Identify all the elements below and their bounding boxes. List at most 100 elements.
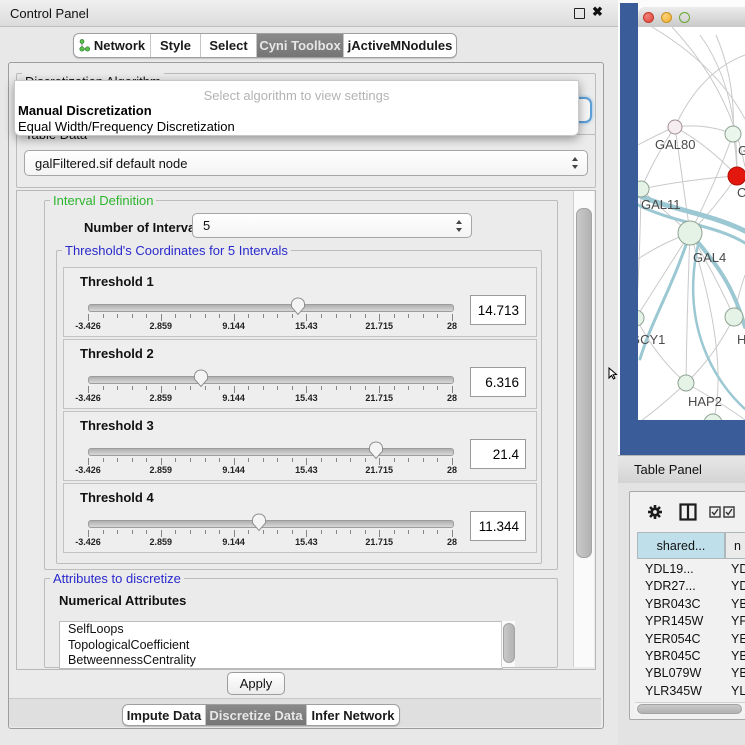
network-node-gal11[interactable] (638, 181, 649, 197)
network-edge[interactable] (675, 55, 745, 127)
attribute-item[interactable]: BetweennessCentrality (60, 653, 502, 669)
slider-tick-label: -3.426 (75, 537, 101, 547)
zoom-traffic-light-icon[interactable] (679, 12, 690, 23)
threshold-label: Threshold 1 (80, 274, 154, 289)
slider-tick (437, 314, 438, 318)
apply-button[interactable]: Apply (227, 672, 285, 695)
float-window-icon[interactable] (574, 8, 585, 19)
slider-tick-label: 21.715 (365, 537, 393, 547)
slider-tick (88, 458, 89, 465)
tab-discretize-data[interactable]: Discretize Data (206, 705, 307, 725)
table-cell-shared-name[interactable]: YBR043C (645, 597, 701, 611)
network-node-h[interactable] (725, 308, 743, 326)
slider-thumb[interactable] (368, 441, 384, 460)
close-traffic-light-icon[interactable] (643, 12, 654, 23)
slider-tick (190, 386, 191, 390)
threshold-panel-4: Threshold 4-3.4262.8599.14415.4321.71528… (63, 483, 537, 553)
numerical-attributes-list[interactable]: SelfLoopsTopologicalCoefficientBetweenne… (59, 621, 503, 669)
slider-tick-label: 2.859 (150, 393, 173, 403)
table-cell-shared-name[interactable]: YBL079W (645, 666, 701, 680)
network-edge[interactable] (652, 27, 745, 119)
tab-network[interactable]: Network (74, 34, 151, 57)
number-of-intervals-combo[interactable]: 5 (192, 213, 472, 238)
table-cell-name[interactable]: YPR1 (731, 614, 745, 628)
threshold-panel-2: Threshold 2-3.4262.8599.14415.4321.71528… (63, 339, 537, 409)
network-node-gal80[interactable] (668, 120, 682, 134)
attribute-item[interactable]: TopologicalCoefficient (60, 638, 502, 654)
slider-track[interactable] (88, 520, 454, 528)
table-cell-shared-name[interactable]: YLR345W (645, 684, 702, 698)
scrollbar-thumb[interactable] (503, 623, 515, 663)
network-node-label: GCY1 (638, 332, 665, 347)
attribute-item[interactable]: SelfLoops (60, 622, 502, 638)
slider-tick (117, 458, 118, 462)
tab-jactivemnodules[interactable]: jActiveMNodules (344, 34, 456, 57)
slider-thumb[interactable] (290, 297, 306, 316)
slider-track[interactable] (88, 376, 454, 384)
scrollbar-thumb[interactable] (576, 208, 592, 558)
threshold-value-field[interactable]: 21.4 (470, 439, 526, 469)
slider-tick (379, 386, 380, 393)
gear-icon[interactable] (647, 504, 663, 520)
slider-tick (190, 530, 191, 534)
select-columns-checkbox-icon[interactable] (709, 506, 735, 518)
tab-cyni-toolbox[interactable]: Cyni Toolbox (257, 34, 344, 57)
network-edge[interactable] (686, 233, 690, 383)
table-horizontal-scrollbar[interactable] (635, 702, 745, 714)
slider-tick (394, 386, 395, 390)
tab-select[interactable]: Select (201, 34, 257, 57)
network-edge[interactable] (675, 126, 733, 134)
column-header-shared-name[interactable]: shared... (637, 532, 725, 559)
table-cell-name[interactable]: YLR3 (731, 684, 745, 698)
slider-track[interactable] (88, 304, 454, 312)
settings-vertical-scrollbar[interactable] (573, 191, 594, 667)
slider-thumb[interactable] (193, 369, 209, 388)
network-edge[interactable] (638, 383, 686, 420)
network-node-gcy1[interactable] (638, 310, 644, 326)
slider-track[interactable] (88, 448, 454, 456)
network-edge[interactable] (638, 318, 686, 383)
network-edge[interactable] (641, 176, 737, 189)
algorithm-option-equal-width[interactable]: Equal Width/Frequency Discretization (18, 119, 235, 134)
attributes-scrollbar[interactable] (501, 621, 515, 667)
close-icon[interactable]: ✖ (592, 4, 603, 20)
table-cell-shared-name[interactable]: YDL19... (645, 562, 694, 576)
table-cell-name[interactable]: YBL0 (731, 666, 745, 680)
slider-tick-label: 2.859 (150, 465, 173, 475)
column-header-name[interactable]: n (725, 532, 745, 559)
network-node-hap2[interactable] (678, 375, 694, 391)
table-cell-name[interactable]: YDL1 (731, 562, 745, 576)
tab-impute-data[interactable]: Impute Data (123, 705, 206, 725)
table-cell-shared-name[interactable]: YPR145W (645, 614, 703, 628)
network-window-titlebar[interactable] (638, 7, 745, 28)
tab-style[interactable]: Style (151, 34, 201, 57)
algorithm-option-manual[interactable]: Manual Discretization (18, 103, 152, 118)
table-cell-name[interactable]: YER0 (731, 632, 745, 646)
network-edge[interactable] (700, 35, 737, 176)
table-cell-name[interactable]: YBR0 (731, 597, 745, 611)
minimize-traffic-light-icon[interactable] (661, 12, 672, 23)
table-cell-shared-name[interactable]: YDR27... (645, 579, 696, 593)
network-frame-border-left (620, 3, 638, 455)
network-edge[interactable] (686, 317, 734, 383)
scrollbar-thumb[interactable] (637, 704, 742, 714)
tab-infer-network[interactable]: Infer Network (307, 705, 399, 725)
table-cell-shared-name[interactable]: YBR045C (645, 649, 701, 663)
network-canvas[interactable]: GAL80GACGAL11GAL4GCY1HHAP2 (638, 27, 745, 420)
network-node-c[interactable] (728, 167, 745, 185)
network-node-gal4[interactable] (678, 221, 702, 245)
threshold-value-field[interactable]: 11.344 (470, 511, 526, 541)
network-node-ga[interactable] (725, 126, 741, 142)
table-cell-name[interactable]: YDR2 (731, 579, 745, 593)
split-columns-icon[interactable] (679, 503, 697, 521)
table-cell-name[interactable]: YBR0 (731, 649, 745, 663)
slider-tick (205, 314, 206, 318)
threshold-value-field[interactable]: 6.316 (470, 367, 526, 397)
threshold-value-field[interactable]: 14.713 (470, 295, 526, 325)
threshold-panel-1: Threshold 1-3.4262.8599.14415.4321.71528… (63, 267, 537, 337)
slider-tick (336, 458, 337, 462)
table-data-combo[interactable]: galFiltered.sif default node (24, 150, 588, 176)
network-edge[interactable] (638, 233, 690, 318)
slider-thumb[interactable] (251, 513, 267, 532)
table-cell-shared-name[interactable]: YER054C (645, 632, 701, 646)
